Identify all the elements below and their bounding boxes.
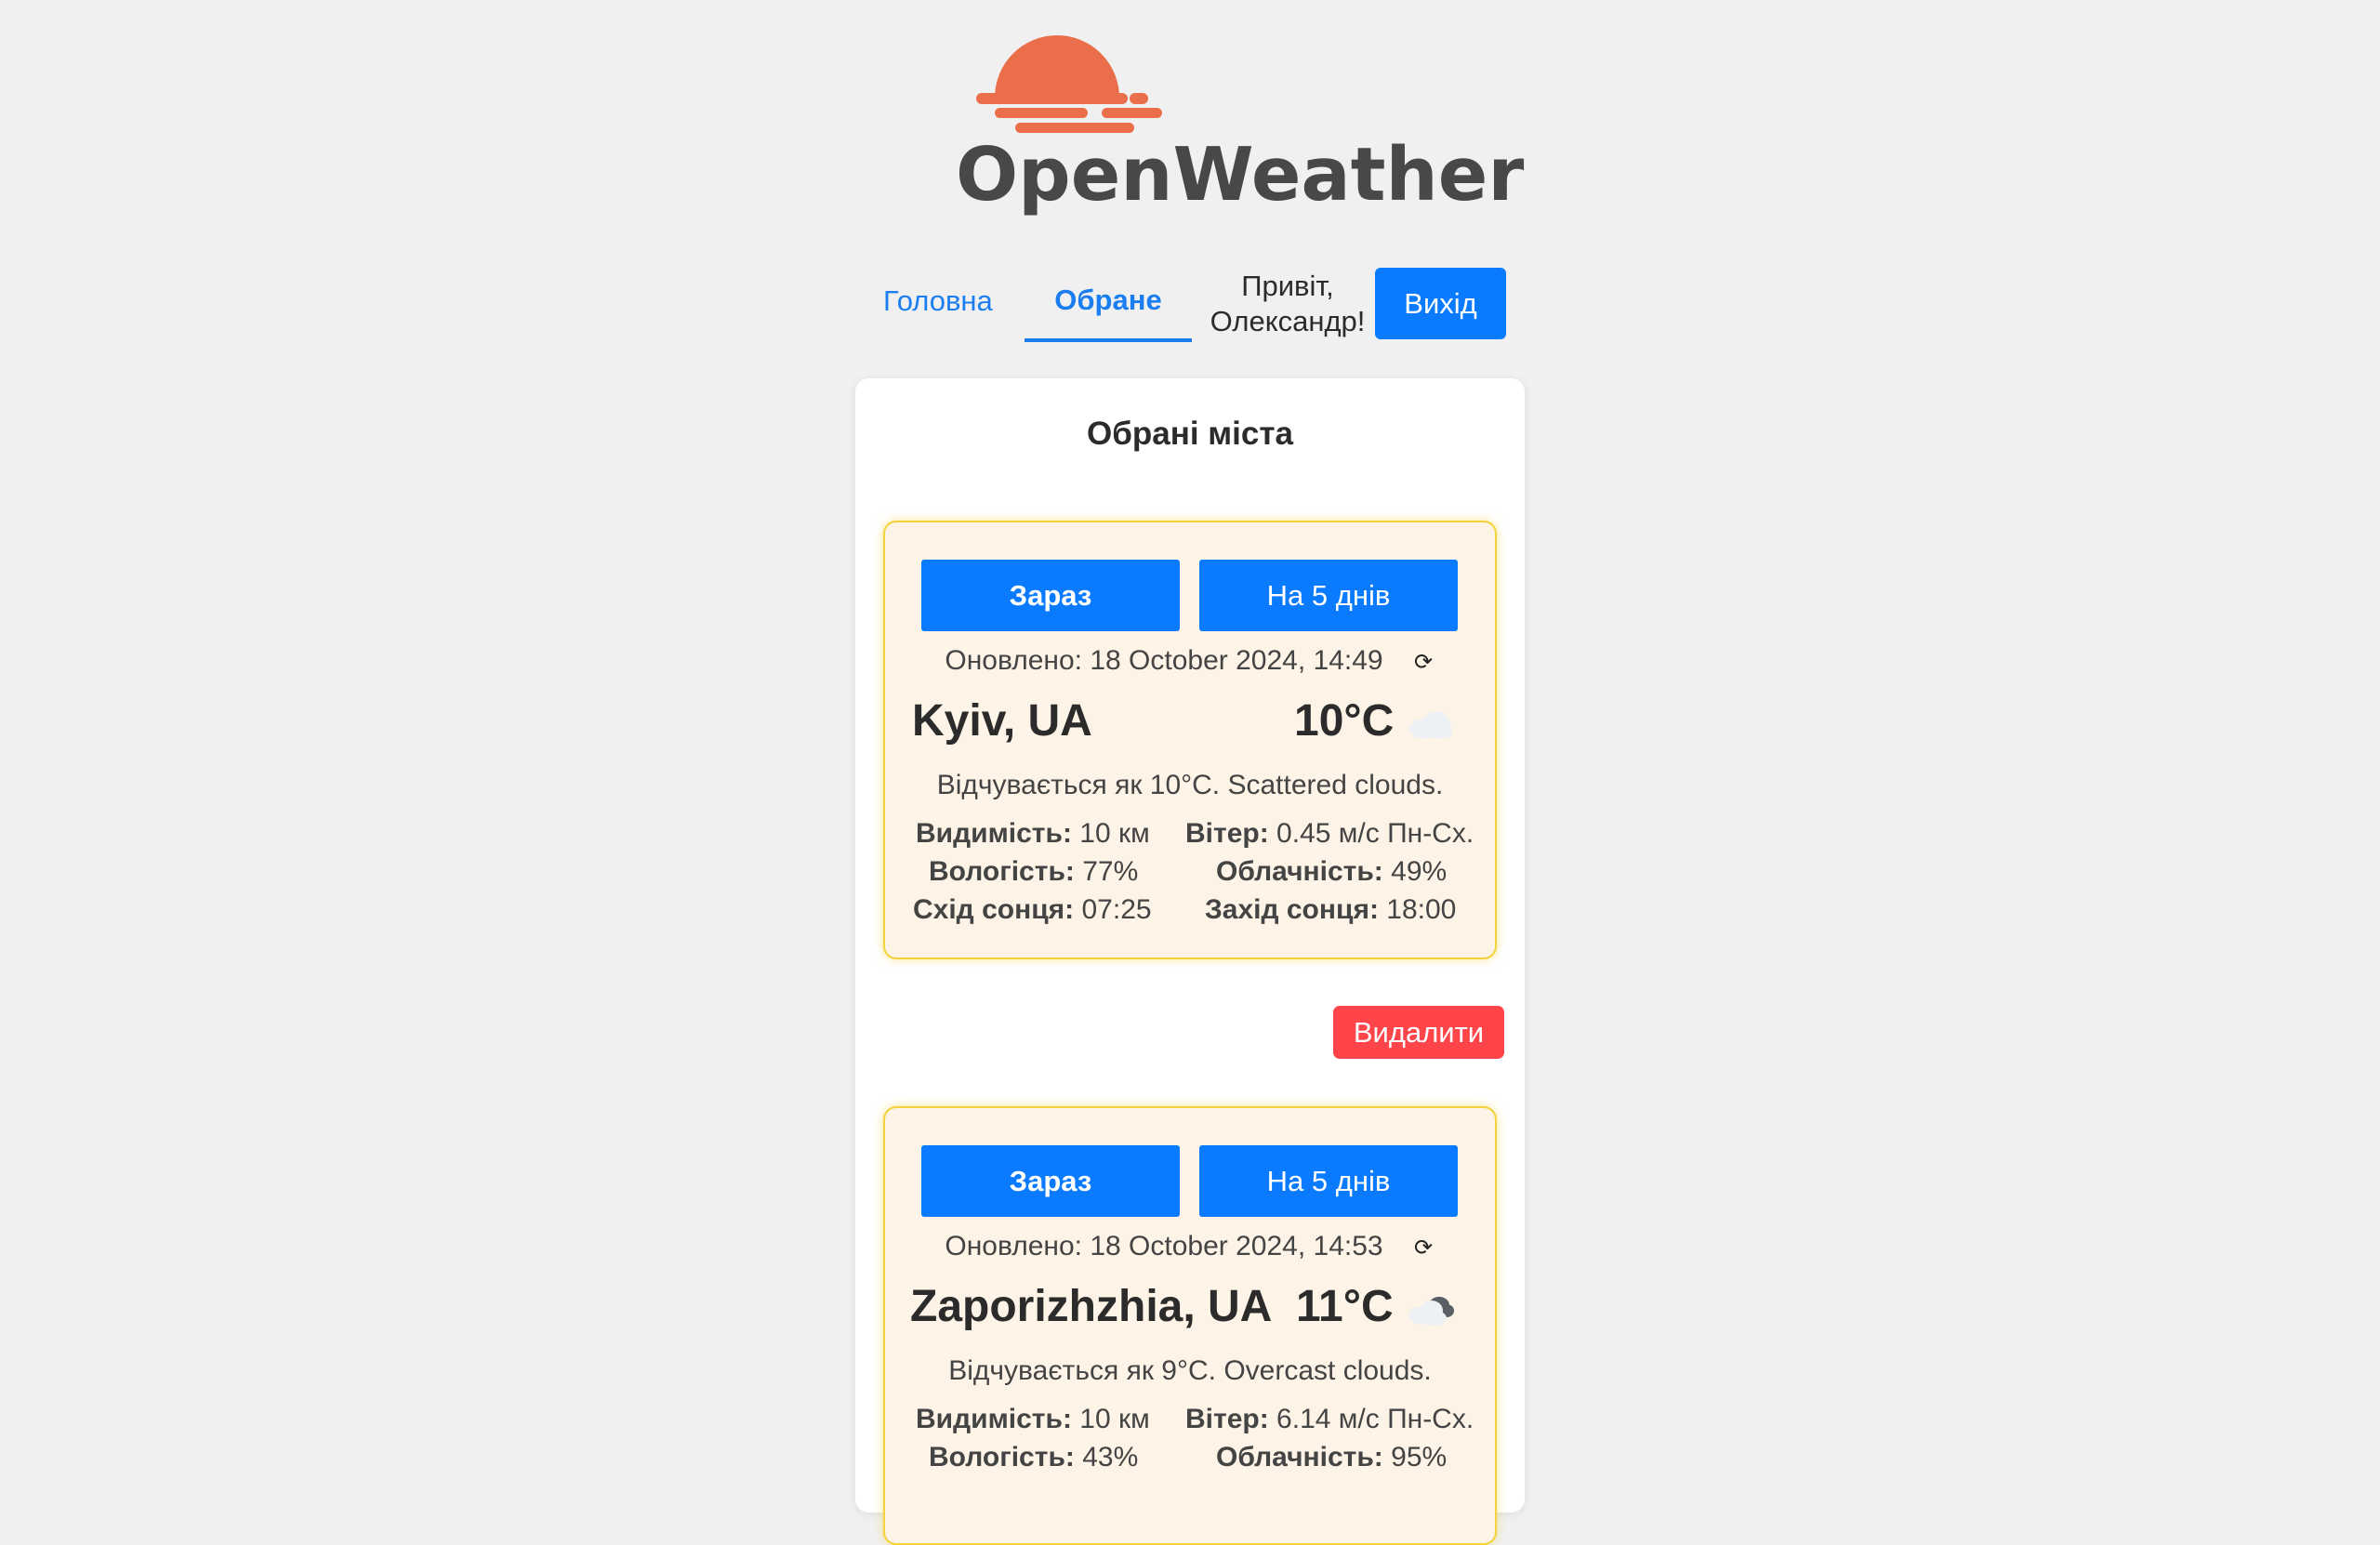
humidity-stat: Вологість: 77% (929, 856, 1139, 887)
favorites-panel: Обрані міста Зараз На 5 днів Оновлено: 1… (855, 378, 1525, 1545)
sunset-stat: Захід сонця: 18:00 (1205, 894, 1457, 925)
visibility-stat: Видимість: 10 км (916, 818, 1150, 849)
logout-button[interactable]: Вихід (1375, 268, 1506, 339)
clouds-stat: Облачність: 95% (1216, 1442, 1448, 1472)
updated-timestamp: Оновлено: 18 October 2024, 14:53 (945, 1231, 1383, 1261)
now-button[interactable]: Зараз (921, 560, 1180, 631)
overcast-clouds-icon (1408, 1297, 1454, 1326)
humidity-stat: Вологість: 43% (929, 1442, 1139, 1472)
active-tab-indicator (1025, 338, 1192, 342)
updated-timestamp: Оновлено: 18 October 2024, 14:49 (945, 645, 1383, 676)
nav-favorites-link[interactable]: Обране (1025, 284, 1192, 330)
wind-stat: Вітер: 6.14 м/с Пн-Сх. (1185, 1404, 1474, 1434)
city-name: Kyiv, UA (912, 696, 1092, 746)
city-name: Zaporizhzhia, UA (910, 1282, 1273, 1331)
user-greeting: Привіт, Олександр! (1210, 270, 1366, 337)
feels-like-text: Відчувається як 10°C. Scattered clouds. (936, 770, 1444, 800)
temperature: 11°C (1296, 1282, 1394, 1331)
wind-stat: Вітер: 0.45 м/с Пн-Сх. (1185, 818, 1474, 849)
city-card: Зараз На 5 днів Оновлено: 18 October 202… (883, 1106, 1497, 1545)
remove-city-button[interactable]: Видалити (1333, 1006, 1504, 1059)
sunrise-stat: Схід сонця: 07:25 (913, 894, 1152, 925)
sun-logo-icon (976, 35, 1162, 133)
refresh-icon[interactable]: ⟳ (1414, 649, 1433, 676)
nav-home-link[interactable]: Головна (883, 284, 993, 318)
brand-name: OpenWeather (956, 132, 1525, 218)
five-day-button[interactable]: На 5 днів (1199, 560, 1458, 631)
five-day-button[interactable]: На 5 днів (1199, 1145, 1458, 1217)
temperature: 10°C (1294, 696, 1395, 746)
clouds-stat: Облачність: 49% (1216, 856, 1448, 887)
now-button[interactable]: Зараз (921, 1145, 1180, 1217)
scattered-clouds-icon (1409, 711, 1453, 739)
city-card: Зараз На 5 днів Оновлено: 18 October 202… (883, 521, 1497, 959)
refresh-icon[interactable]: ⟳ (1414, 1235, 1433, 1261)
visibility-stat: Видимість: 10 км (916, 1404, 1150, 1434)
panel-title: Обрані міста (1087, 416, 1293, 452)
feels-like-text: Відчувається як 9°C. Overcast clouds. (948, 1355, 1432, 1386)
